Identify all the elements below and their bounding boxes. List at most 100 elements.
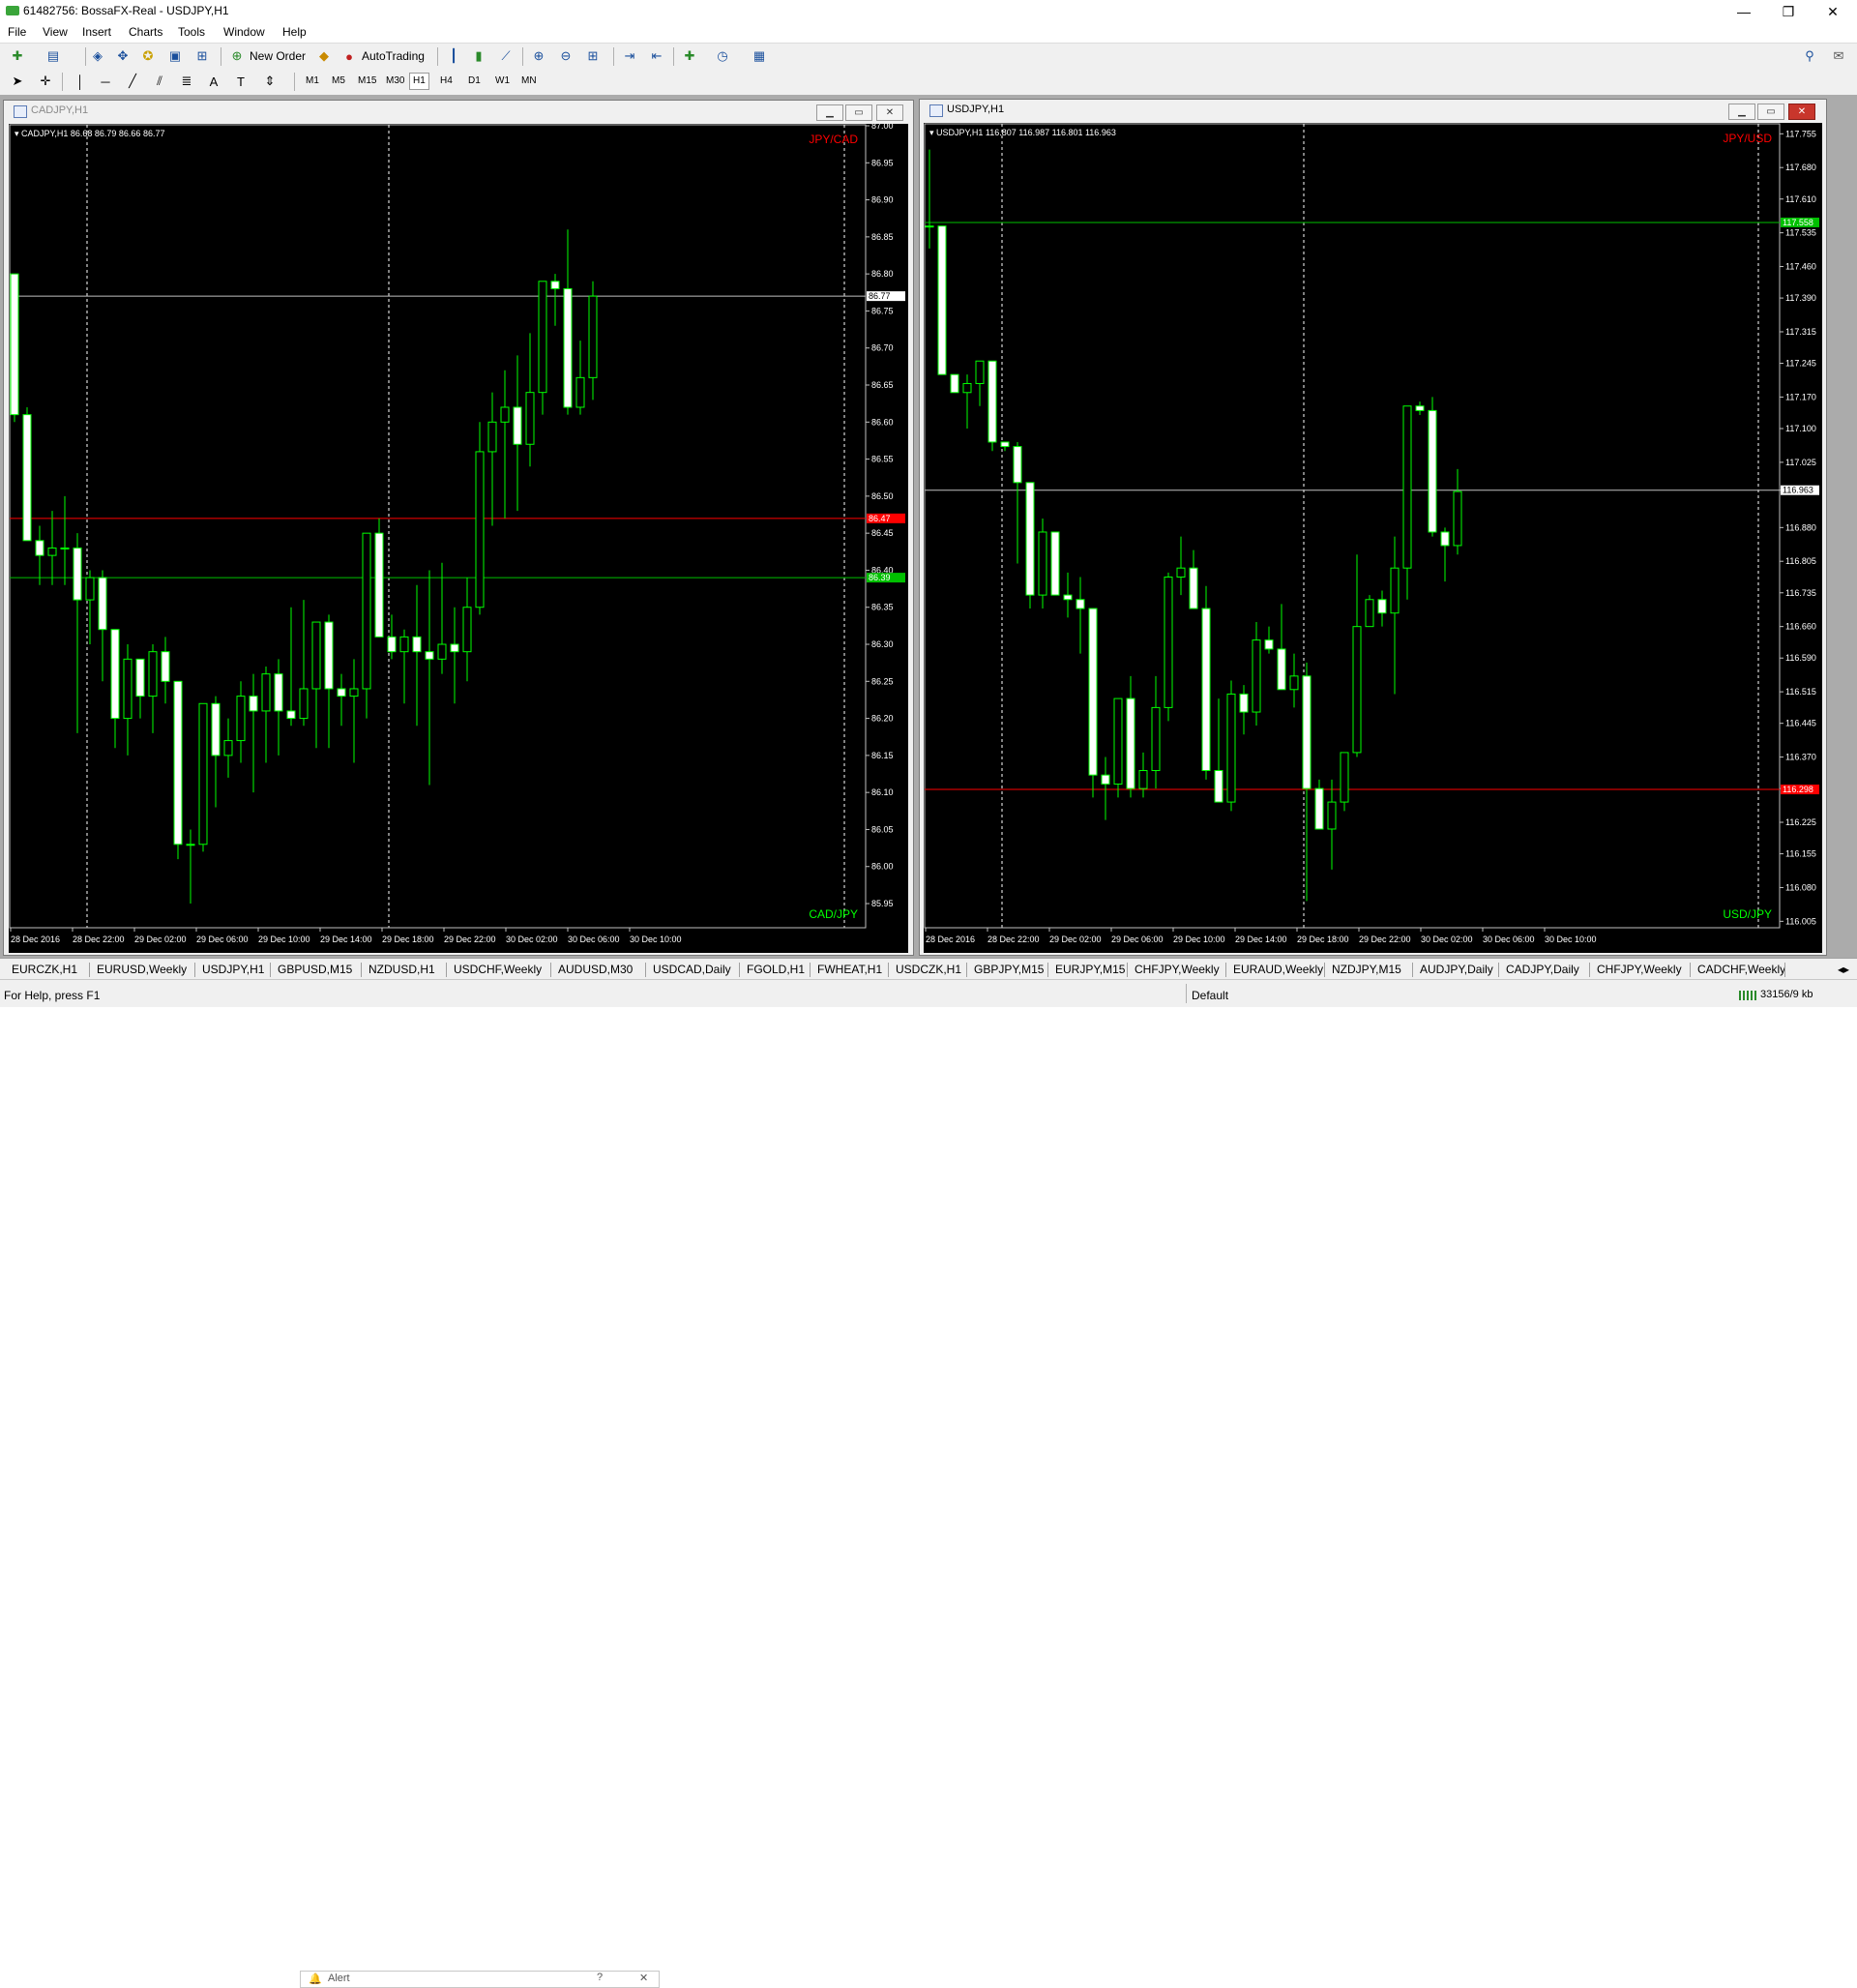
templates-icon[interactable]: ▦ xyxy=(751,47,768,65)
chart-shift-icon[interactable]: ⇤ xyxy=(648,47,665,65)
meta-editor-icon[interactable]: ◆ xyxy=(315,47,333,65)
mdi-workspace: CADJPY,H1 ▁ ▭ ✕ 87.00 86.95 86.90 86.85 86.8… xyxy=(0,95,1857,958)
chart-tab[interactable]: AUDUSD,M30 xyxy=(558,963,633,976)
bearish-candle xyxy=(1126,697,1135,789)
close-button[interactable]: ✕ xyxy=(1811,0,1855,23)
menu-view[interactable]: View xyxy=(43,25,68,39)
chart-tab[interactable]: GBPUSD,M15 xyxy=(278,963,352,976)
chart-tab[interactable]: EURUSD,Weekly xyxy=(97,963,187,976)
bearish-candle xyxy=(513,406,522,445)
terminal-icon[interactable]: ▣ xyxy=(166,47,184,65)
help-icon[interactable]: ? xyxy=(597,1972,603,1983)
price-level-label: 116.963 xyxy=(1783,486,1813,495)
bar-chart-icon[interactable]: ┃ xyxy=(445,47,462,65)
autotrading-button[interactable]: ● AutoTrading xyxy=(340,46,431,66)
chart-tabs-bar: EURCZK,H1 EURUSD,Weekly USDJPY,H1 GBPUSD,M1… xyxy=(0,958,1857,980)
data-window-icon[interactable]: ✪ xyxy=(139,47,157,65)
chart-tab[interactable]: USDJPY,H1 xyxy=(202,963,264,976)
horizontal-line-icon[interactable]: ─ xyxy=(97,73,114,90)
channel-icon[interactable]: ⫽ xyxy=(151,73,168,90)
new-order-button[interactable]: ⊕ New Order xyxy=(228,46,310,66)
tab-separator xyxy=(194,963,195,977)
navigator-icon[interactable]: ✥ xyxy=(114,47,132,65)
line-chart-icon[interactable]: ⟋ xyxy=(497,47,515,65)
candlesticks-icon[interactable]: ▮ xyxy=(470,47,487,65)
chart-tab[interactable]: CHFJPY,Weekly xyxy=(1597,963,1682,976)
chart-tab[interactable]: AUDJPY,Daily xyxy=(1420,963,1493,976)
chart-tab[interactable]: USDCZK,H1 xyxy=(896,963,961,976)
menu-file[interactable]: File xyxy=(8,25,26,39)
text-label-icon[interactable]: T xyxy=(232,73,250,90)
timeframe-m15[interactable]: M15 xyxy=(355,74,379,89)
text-icon[interactable]: A xyxy=(205,73,222,90)
indicators-icon[interactable]: ✚ xyxy=(681,47,698,65)
arrows-icon[interactable]: ⇕ xyxy=(261,73,279,90)
minimize-button[interactable]: — xyxy=(1722,0,1766,23)
price-label: 116.880 xyxy=(1785,522,1816,532)
chart-tab[interactable]: EURJPY,M15 xyxy=(1055,963,1125,976)
menu-help[interactable]: Help xyxy=(282,25,307,39)
chart-window-title: CADJPY,H1 xyxy=(31,104,89,116)
vertical-line-icon[interactable]: │ xyxy=(72,73,89,90)
chart-tab[interactable]: USDCHF,Weekly xyxy=(454,963,542,976)
menu-tools[interactable]: Tools xyxy=(178,25,205,39)
tile-windows-icon[interactable]: ⊞ xyxy=(584,47,602,65)
chart-tab[interactable]: CADJPY,Daily xyxy=(1506,963,1579,976)
cadjpy-chart[interactable]: 87.00 86.95 86.90 86.85 86.80 86.75 86.70 86.65… xyxy=(9,124,908,953)
chart-tab[interactable]: FWHEAT,H1 xyxy=(817,963,882,976)
periods-clock-icon[interactable]: ◷ xyxy=(714,47,731,65)
chart-tab[interactable]: USDCAD,Daily xyxy=(653,963,731,976)
chart-tab[interactable]: EURCZK,H1 xyxy=(12,963,77,976)
autoscroll-icon[interactable]: ⇥ xyxy=(621,47,638,65)
chat-icon[interactable]: ✉ xyxy=(1830,47,1847,65)
crosshair-icon[interactable]: ✛ xyxy=(37,73,54,90)
price-label: 117.170 xyxy=(1785,392,1816,401)
alert-title: Alert xyxy=(328,1973,350,1984)
usdjpy-chart[interactable]: 117.755 117.680 117.610 117.535 117.460 117.3… xyxy=(924,123,1822,953)
chart-close-button[interactable]: ✕ xyxy=(1788,104,1815,120)
chart-tab[interactable]: CHFJPY,Weekly xyxy=(1135,963,1220,976)
fibonacci-icon[interactable]: ≣ xyxy=(178,73,195,90)
chart-close-button[interactable]: ✕ xyxy=(876,104,903,121)
menu-charts[interactable]: Charts xyxy=(129,25,162,39)
tab-separator xyxy=(1324,963,1325,977)
chart-maximize-button[interactable]: ▭ xyxy=(1757,104,1784,120)
timeframe-w1[interactable]: W1 xyxy=(492,74,513,89)
close-icon[interactable]: ✕ xyxy=(639,1972,648,1984)
restore-button[interactable]: ❐ xyxy=(1766,0,1811,23)
menu-insert[interactable]: Insert xyxy=(82,25,111,39)
chart-tab[interactable]: CADCHF,Weekly xyxy=(1697,963,1785,976)
status-traffic: 33156/9 kb xyxy=(1760,989,1813,1000)
alert-popup[interactable]: 🔔 Alert ? ✕ xyxy=(300,1971,660,1988)
search-icon[interactable]: ⚲ xyxy=(1801,47,1818,65)
timeframe-mn[interactable]: MN xyxy=(518,74,540,89)
chart-tab[interactable]: EURAUD,Weekly xyxy=(1233,963,1323,976)
trendline-icon[interactable]: ╱ xyxy=(124,73,141,90)
chart-maximize-button[interactable]: ▭ xyxy=(845,104,872,121)
price-label: 116.155 xyxy=(1785,849,1816,859)
new-chart-icon[interactable]: ✚ xyxy=(9,47,26,65)
price-level-label: 116.298 xyxy=(1783,785,1813,794)
chart-tab[interactable]: FGOLD,H1 xyxy=(747,963,805,976)
market-watch-icon[interactable]: ◈ xyxy=(89,47,106,65)
timeframe-h4[interactable]: H4 xyxy=(437,74,456,89)
chart-minimize-button[interactable]: ▁ xyxy=(816,104,843,121)
timeframe-m1[interactable]: M1 xyxy=(303,74,322,89)
chart-tab[interactable]: NZDUSD,H1 xyxy=(368,963,435,976)
cursor-icon[interactable]: ➤ xyxy=(9,73,26,90)
timeframe-m5[interactable]: M5 xyxy=(329,74,348,89)
timeframe-d1[interactable]: D1 xyxy=(465,74,484,89)
chart-tab[interactable]: NZDJPY,M15 xyxy=(1332,963,1401,976)
tab-scroll-arrows-icon[interactable]: ◂▸ xyxy=(1838,963,1849,976)
strategy-tester-icon[interactable]: ⊞ xyxy=(193,47,211,65)
zoom-in-icon[interactable]: ⊕ xyxy=(530,47,547,65)
profiles-icon[interactable]: ▤ xyxy=(44,47,62,65)
chart-minimize-button[interactable]: ▁ xyxy=(1728,104,1755,120)
timeframe-m30[interactable]: M30 xyxy=(383,74,407,89)
chart-tab[interactable]: GBPJPY,M15 xyxy=(974,963,1044,976)
time-label: 29 Dec 06:00 xyxy=(196,935,249,944)
zoom-out-icon[interactable]: ⊖ xyxy=(557,47,575,65)
timeframe-h1[interactable]: H1 xyxy=(409,73,429,90)
menu-window[interactable]: Window xyxy=(223,25,265,39)
window-title: 61482756: BossaFX-Real - USDJPY,H1 xyxy=(23,4,229,17)
